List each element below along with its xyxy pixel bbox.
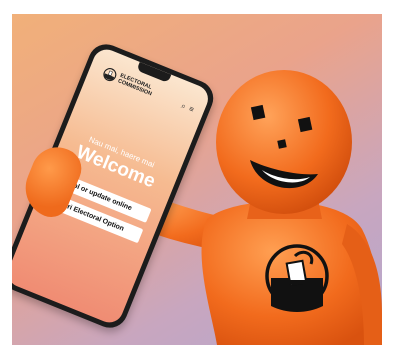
menu-icon[interactable]: ≡ <box>187 104 196 115</box>
ballot-logo-icon <box>103 68 117 82</box>
ballot-box-emblem <box>265 244 329 312</box>
photo-canvas: ELECTORAL COMMISSION ⌕ ≡ Nau mai, haere … <box>12 14 382 345</box>
header-icons: ⌕ ≡ <box>179 101 196 115</box>
search-icon[interactable]: ⌕ <box>179 101 188 112</box>
mascot-nose <box>277 139 287 149</box>
